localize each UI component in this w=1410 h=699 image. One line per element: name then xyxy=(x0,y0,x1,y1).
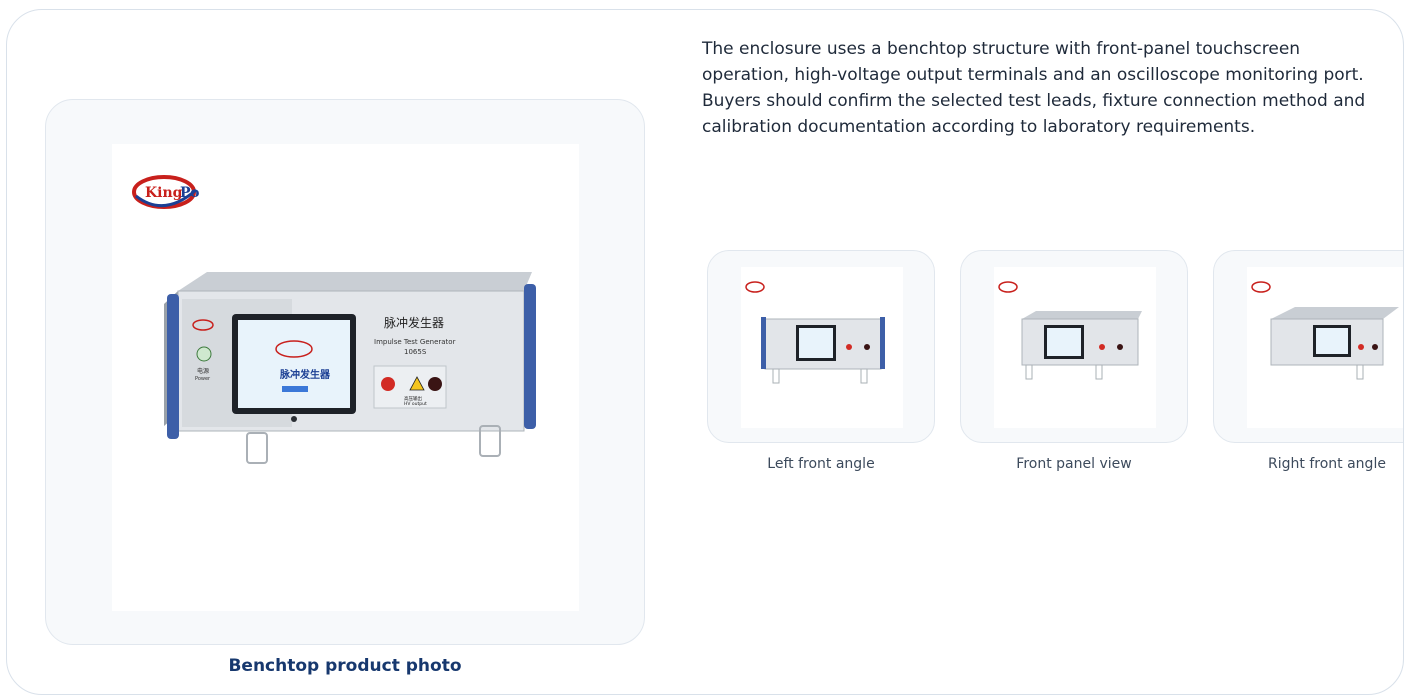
svg-text:电源: 电源 xyxy=(197,367,209,375)
product-description: The enclosure uses a benchtop structure … xyxy=(702,39,1366,137)
thumbnail-photo xyxy=(741,267,903,428)
svg-text:1065S: 1065S xyxy=(404,348,427,356)
thumbnail-caption: Left front angle xyxy=(767,456,875,472)
thumbnail-right-front-angle[interactable] xyxy=(1213,250,1403,443)
main-image-caption: Benchtop product photo xyxy=(228,656,462,676)
thumbnail-caption: Front panel view xyxy=(1016,456,1132,472)
thumbnail-photo xyxy=(1247,267,1403,428)
svg-text:Power: Power xyxy=(195,376,211,382)
impulse-generator-illustration: King Po 电源 Power 脉冲发生器 脉冲发生器 Impulse Tes… xyxy=(132,175,536,464)
main-product-photo: King Po 电源 Power 脉冲发生器 脉冲发生器 Impulse Tes… xyxy=(112,144,579,611)
main-product-image-card[interactable]: King Po 电源 Power 脉冲发生器 脉冲发生器 Impulse Tes… xyxy=(45,99,645,645)
svg-text:HV output: HV output xyxy=(404,401,427,407)
product-gallery-panel: King Po 电源 Power 脉冲发生器 脉冲发生器 Impulse Tes… xyxy=(6,9,1404,695)
svg-text:Po: Po xyxy=(180,185,200,201)
svg-text:高压输出: 高压输出 xyxy=(404,395,422,402)
thumbnail-front-panel-view[interactable] xyxy=(960,250,1188,443)
kingpo-logo: King Po xyxy=(132,175,200,209)
thumbnail-photo xyxy=(994,267,1156,428)
thumbnail-left-front-angle[interactable] xyxy=(707,250,935,443)
svg-text:King: King xyxy=(145,185,183,201)
thumbnail-caption: Right front angle xyxy=(1268,456,1386,472)
svg-text:Impulse Test Generator: Impulse Test Generator xyxy=(374,338,456,346)
svg-text:脉冲发生器: 脉冲发生器 xyxy=(279,368,331,381)
svg-text:脉冲发生器: 脉冲发生器 xyxy=(384,315,444,330)
